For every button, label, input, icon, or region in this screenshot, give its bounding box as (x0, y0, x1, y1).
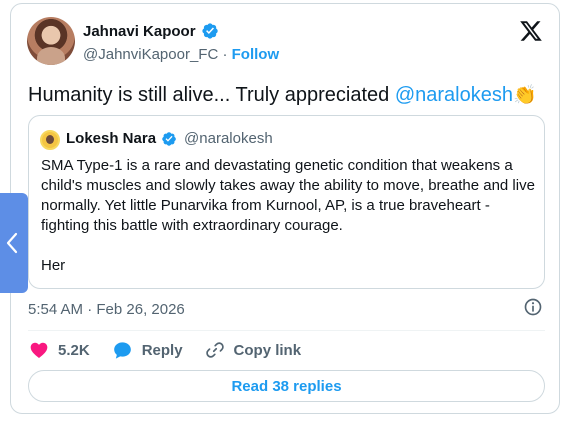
quoted-paragraph: SMA Type-1 is a rare and devastating gen… (41, 157, 535, 234)
copy-link-button[interactable]: Copy link (205, 340, 302, 360)
handle-separator: · (218, 46, 232, 63)
author-name[interactable]: Jahnavi Kapoor (83, 23, 196, 40)
quoted-author-avatar (40, 130, 60, 150)
follow-button[interactable]: Follow (232, 46, 280, 63)
tweet-body: Humanity is still alive... Truly appreci… (28, 84, 395, 106)
chevron-left-icon (6, 232, 18, 254)
clapping-hands-emoji: 👏 (512, 85, 537, 106)
read-replies-button[interactable]: Read 38 replies (28, 370, 545, 402)
speech-bubble-icon (113, 342, 131, 359)
reply-button[interactable]: Reply (112, 340, 183, 360)
author-name-row: Jahnavi Kapoor (83, 22, 219, 40)
x-logo-icon[interactable] (519, 19, 543, 43)
reply-label: Reply (141, 341, 183, 359)
verified-badge-icon (201, 23, 218, 39)
tweet-timestamp[interactable]: 5:54 AM · Feb 26, 2026 (28, 301, 185, 318)
quoted-paragraph: Her (41, 257, 66, 274)
quoted-author-row: Lokesh Nara @naralokesh (66, 130, 273, 147)
author-handle-row: @JahnviKapoor_FC · Follow (83, 46, 279, 63)
quoted-author-handle: @naralokesh (184, 130, 273, 147)
tweet-text: Humanity is still alive... Truly appreci… (28, 82, 537, 109)
nav-prev-tab[interactable] (0, 193, 28, 293)
quoted-tweet-body: SMA Type-1 is a rare and devastating gen… (41, 156, 537, 276)
verified-badge-icon (162, 131, 176, 146)
author-handle[interactable]: @JahnviKapoor_FC (83, 46, 218, 63)
info-icon[interactable] (523, 297, 543, 317)
like-count: 5.2K (58, 341, 90, 359)
like-button[interactable]: 5.2K (29, 340, 90, 360)
action-bar: 5.2K Reply Copy link (29, 339, 323, 361)
copy-link-label: Copy link (233, 341, 302, 359)
tweet-card: Jahnavi Kapoor @JahnviKapoor_FC · Follow… (10, 3, 560, 414)
quoted-author-name: Lokesh Nara (66, 130, 157, 147)
link-icon (205, 342, 224, 358)
divider (28, 330, 545, 331)
heart-icon (30, 342, 48, 358)
author-avatar[interactable] (27, 17, 75, 65)
mention-link[interactable]: @naralokesh (395, 84, 513, 106)
quoted-tweet[interactable]: Lokesh Nara @naralokesh SMA Type-1 is a … (28, 115, 545, 289)
